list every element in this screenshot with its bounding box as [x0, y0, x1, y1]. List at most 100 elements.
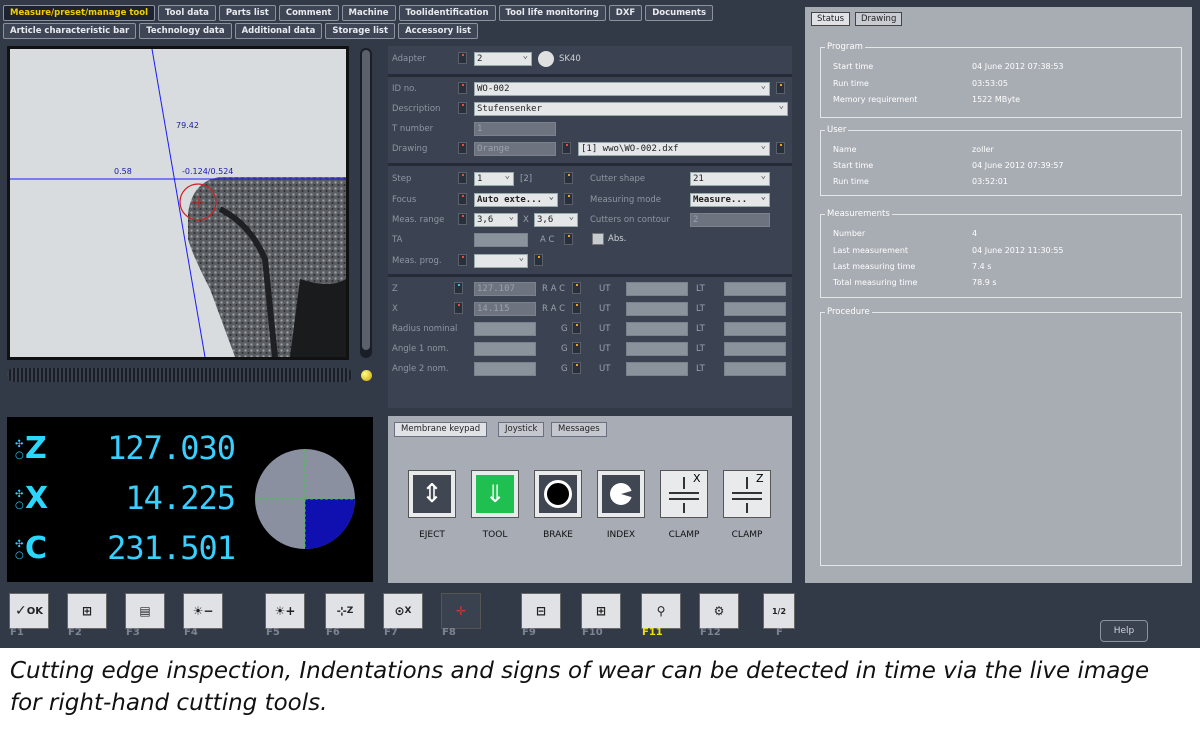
f4-button[interactable]: ☀ − — [183, 593, 223, 629]
x-ut-field[interactable] — [626, 302, 688, 316]
brake-icon — [544, 480, 572, 508]
f5-button[interactable]: ☀ + — [265, 593, 305, 629]
tab-storage-list[interactable]: Storage list — [325, 23, 396, 39]
adapter-type: SK40 — [559, 54, 581, 64]
tab-joystick[interactable]: Joystick — [498, 422, 545, 437]
f9-button[interactable]: ⊟ — [521, 593, 561, 629]
z-rac-indicator-icon — [572, 282, 581, 294]
angle2-lt-field[interactable] — [724, 362, 786, 376]
tab-documents[interactable]: Documents — [645, 5, 713, 21]
x-label: X — [392, 304, 398, 314]
tab-status[interactable]: Status — [811, 12, 851, 26]
eject-button[interactable]: ⇕ — [408, 470, 456, 518]
tab-bar-secondary: Article characteristic bar Technology da… — [3, 23, 479, 39]
angle1-label: Angle 1 nom. — [392, 344, 449, 354]
meas-prog-select[interactable] — [474, 254, 528, 268]
brake-button[interactable] — [534, 470, 582, 518]
tab-parts-list[interactable]: Parts list — [218, 5, 276, 21]
angle1-field[interactable] — [474, 342, 536, 356]
measuring-mode-label: Measuring mode — [590, 195, 662, 205]
tool-button[interactable]: ⇓ — [471, 470, 519, 518]
fkey-label-f7: F7 — [384, 627, 398, 638]
tab-tool-life-monitoring[interactable]: Tool life monitoring — [498, 5, 606, 21]
angle2-ut-field[interactable] — [626, 362, 688, 376]
f2-button[interactable]: ⊞ — [67, 593, 107, 629]
angle2-indicator-icon — [572, 362, 581, 374]
f10-button[interactable]: ⊞ — [581, 593, 621, 629]
focus-select[interactable]: Auto exte... — [474, 193, 558, 207]
f8-button[interactable]: ✛ — [441, 593, 481, 629]
adapter-select[interactable]: 2 — [474, 52, 532, 66]
radius-lt-field[interactable] — [724, 322, 786, 336]
step-select[interactable]: 1 — [474, 172, 514, 186]
meas-number-label: Number — [833, 229, 866, 238]
x-nominal-field[interactable]: 14.115 — [474, 302, 536, 316]
z-axis-value: 127.030 — [107, 429, 236, 467]
camera-live-view[interactable]: 79.42 0.58 -0.124/0.524 — [7, 46, 349, 360]
index-button[interactable] — [597, 470, 645, 518]
abs-checkbox[interactable] — [592, 233, 604, 245]
camera-vertical-scrollbar[interactable] — [360, 48, 372, 358]
page-toggle-button[interactable]: 1/2 — [763, 593, 795, 629]
page-indicator: 1/2 — [771, 606, 787, 616]
tab-article-characteristic-bar[interactable]: Article characteristic bar — [3, 23, 137, 39]
drawing-file-select[interactable]: [1] wwo\WO-002.dxf — [578, 142, 770, 156]
angle1-indicator-icon — [572, 342, 581, 354]
f12-button[interactable]: ⚙ — [699, 593, 739, 629]
angle2-field[interactable] — [474, 362, 536, 376]
camera-horizontal-scrollbar[interactable] — [7, 368, 352, 382]
radius-ut-field[interactable] — [626, 322, 688, 336]
f7-button[interactable]: ⊙ X — [383, 593, 423, 629]
clamp-z-button[interactable]: Z — [723, 470, 771, 518]
program-start-time-label: Start time — [833, 62, 874, 71]
meas-prog-label: Meas. prog. — [392, 256, 442, 266]
adapter-indicator-icon — [458, 52, 467, 64]
clamp-x-button[interactable]: X — [660, 470, 708, 518]
ta-field[interactable] — [474, 233, 528, 247]
tab-membrane-keypad[interactable]: Membrane keypad — [394, 422, 488, 437]
radius-nominal-field[interactable] — [474, 322, 536, 336]
id-side-indicator-icon — [776, 82, 785, 94]
procedure-group: Procedure — [820, 307, 1182, 566]
tab-measure-preset[interactable]: Measure/preset/manage tool — [3, 5, 156, 21]
tab-messages[interactable]: Messages — [551, 422, 607, 437]
cutter-shape-select[interactable]: 21 — [690, 172, 770, 186]
range-x-select[interactable]: 3,6 — [474, 213, 518, 227]
drawing-color-field[interactable]: Orange — [474, 142, 556, 156]
tab-dxf[interactable]: DXF — [608, 5, 643, 21]
z-nominal-field[interactable]: 127.107 — [474, 282, 536, 296]
x-lt-field[interactable] — [724, 302, 786, 316]
tab-additional-data[interactable]: Additional data — [234, 23, 323, 39]
tab-toolidentification[interactable]: Toolidentification — [398, 5, 496, 21]
tnumber-field[interactable]: 1 — [474, 122, 556, 136]
light-bulb-icon: ☀ — [274, 604, 286, 618]
id-field[interactable]: WO-002 — [474, 82, 770, 96]
adapter-label: Adapter — [392, 54, 426, 64]
tab-tool-data[interactable]: Tool data — [158, 5, 216, 21]
z-lt-field[interactable] — [724, 282, 786, 296]
range-y-select[interactable]: 3,6 — [534, 213, 578, 227]
tab-comment[interactable]: Comment — [278, 5, 339, 21]
f11-button[interactable]: ⚲ — [641, 593, 681, 629]
last-measuring-time-label: Last measuring time — [833, 262, 916, 271]
f1-ok-button[interactable]: ✓ OK — [9, 593, 49, 629]
z-ut-field[interactable] — [626, 282, 688, 296]
eject-label: EJECT — [419, 530, 445, 540]
angle1-lt-field[interactable] — [724, 342, 786, 356]
cutters-on-contour-field[interactable]: 2 — [690, 213, 770, 227]
tool-data-form: Adapter 2 SK40 ID no. WO-002 Description… — [388, 46, 792, 408]
f6-button[interactable]: ⊹ Z — [325, 593, 365, 629]
tab-machine[interactable]: Machine — [341, 5, 396, 21]
measuring-mode-select[interactable]: Measure... — [690, 193, 770, 207]
help-button[interactable]: Help — [1100, 620, 1148, 642]
plus-glyph: + — [285, 604, 296, 618]
tab-accessory-list[interactable]: Accessory list — [398, 23, 479, 39]
tab-drawing[interactable]: Drawing — [855, 12, 903, 26]
fkey-label-f4: F4 — [184, 627, 198, 638]
description-field[interactable]: Stufensenker — [474, 102, 788, 116]
tab-technology-data[interactable]: Technology data — [139, 23, 232, 39]
angle1-ut-field[interactable] — [626, 342, 688, 356]
f3-button[interactable]: ▤ — [125, 593, 165, 629]
step-label: Step — [392, 174, 412, 184]
id-indicator-icon — [458, 82, 467, 94]
